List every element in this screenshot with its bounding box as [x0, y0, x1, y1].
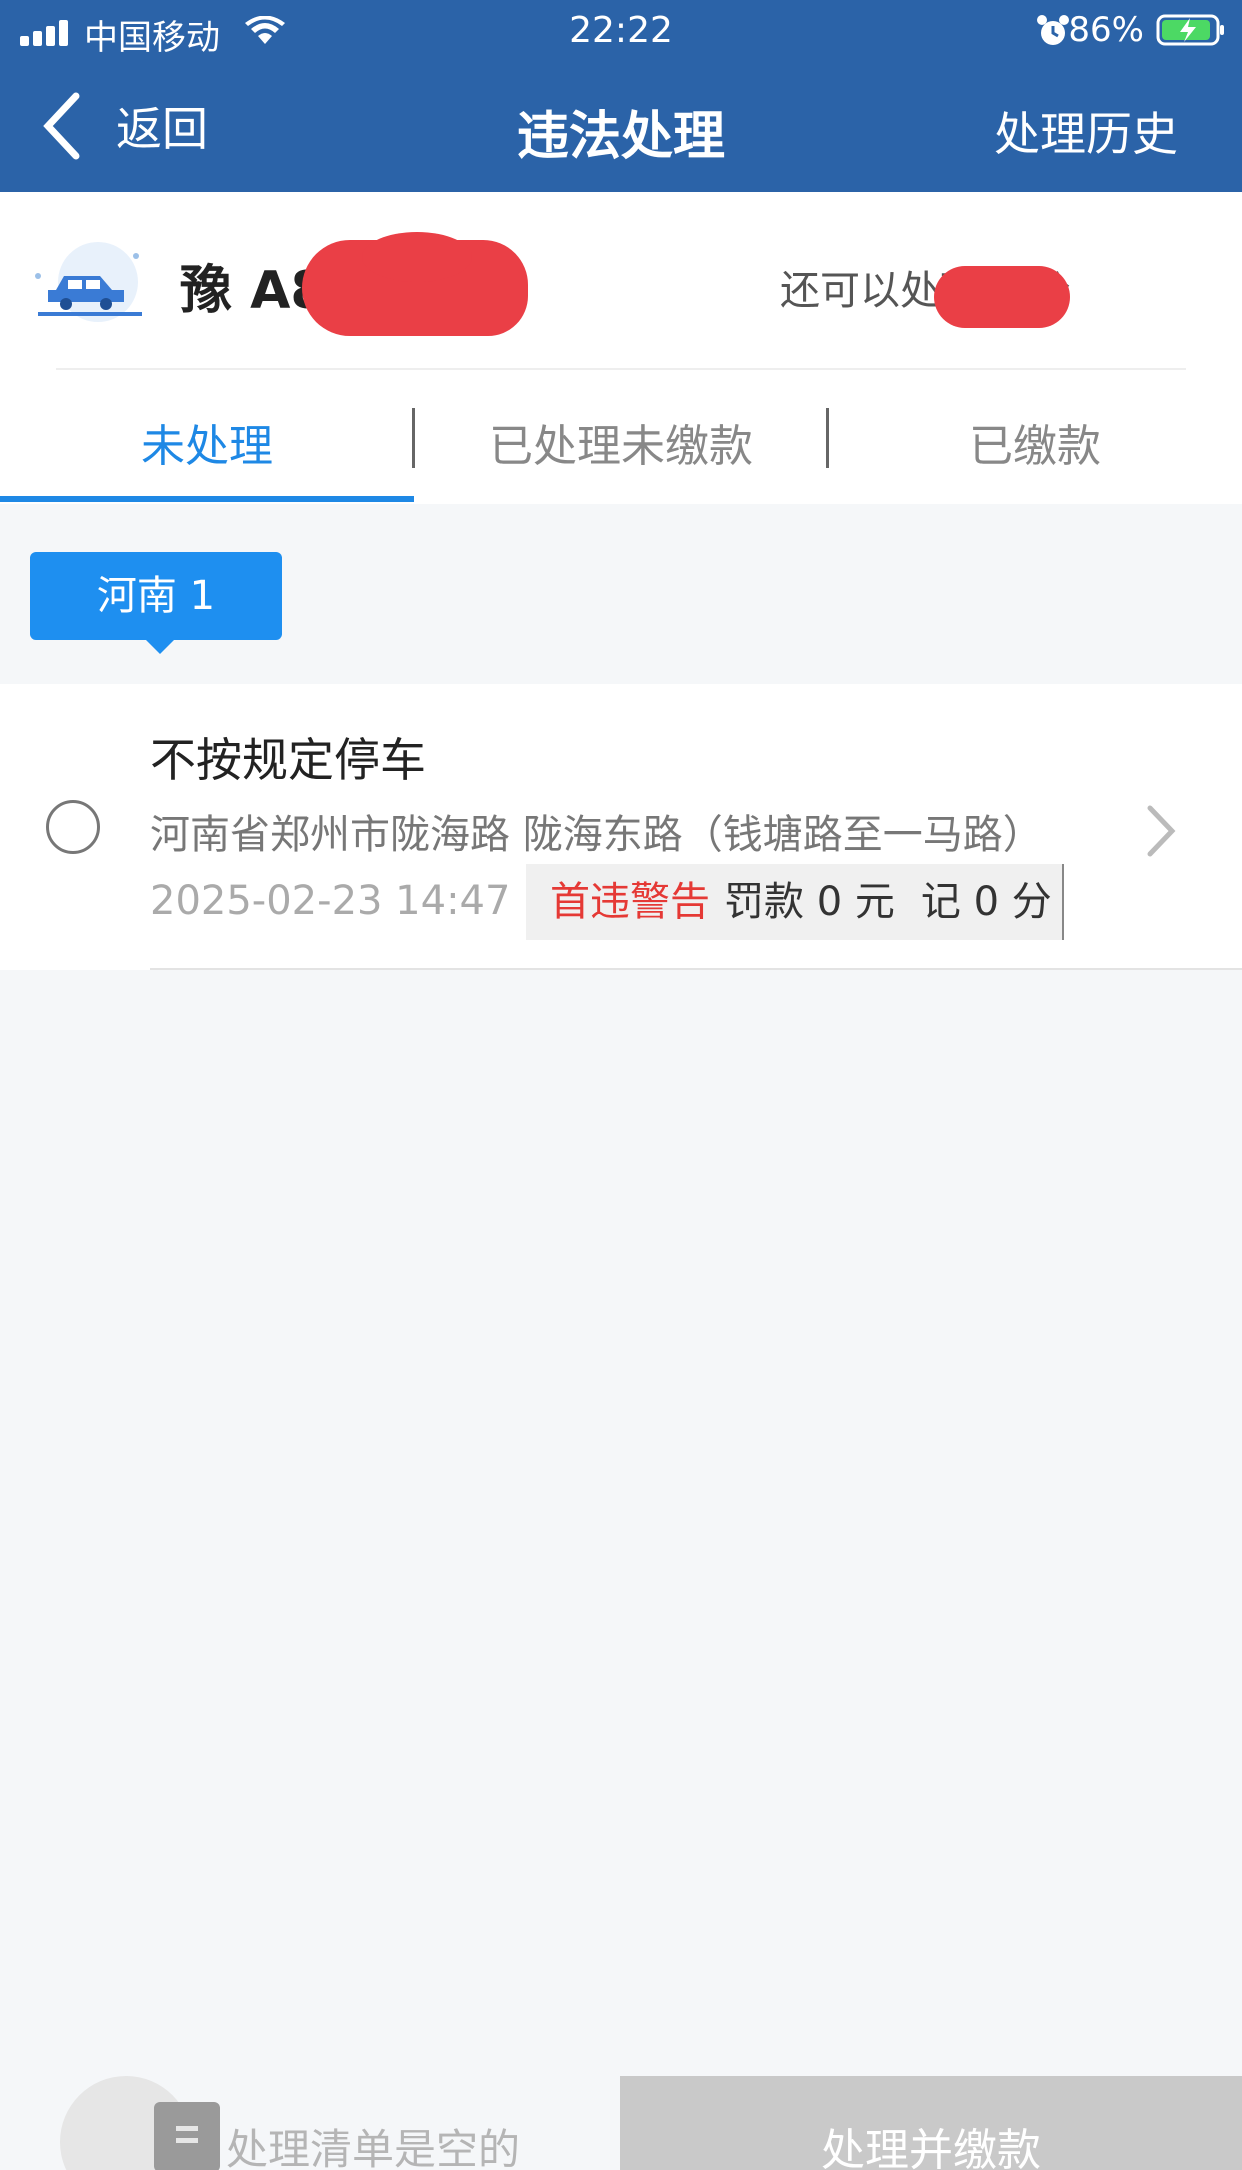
violation-time: 2025-02-23 14:47: [150, 878, 511, 924]
list-icon: [154, 2102, 220, 2170]
status-tabs: 未处理 已处理未缴款 已缴款: [0, 370, 1242, 504]
battery-percentage: 86%: [1068, 10, 1144, 50]
warning-label: 首违警告: [550, 879, 710, 925]
car-icon: [35, 242, 142, 322]
alarm-icon: [1037, 15, 1069, 45]
status-bar: 中国移动 22:22 86%: [0, 0, 1242, 62]
fine-amount: 罚款 0 元: [724, 879, 895, 925]
empty-list-text: 处理清单是空的: [226, 2125, 521, 2170]
battery-charging-icon: [1156, 14, 1224, 46]
cart-button[interactable]: [60, 2076, 220, 2170]
divider: [150, 968, 1242, 970]
violation-location: 河南省郑州市陇海路 陇海东路（钱塘路至一马路）: [150, 812, 1043, 858]
tab-paid[interactable]: 已缴款: [828, 370, 1242, 504]
active-tab-indicator: [0, 496, 414, 502]
redaction-mark: [302, 232, 528, 336]
region-filter: 河南 1: [0, 504, 1242, 684]
navigation-bar: 返回 违法处理 处理历史: [0, 62, 1242, 192]
select-radio[interactable]: [46, 800, 100, 854]
tab-processed-unpaid[interactable]: 已处理未缴款: [414, 370, 828, 504]
chevron-right-icon: [1147, 805, 1176, 857]
tab-unprocessed[interactable]: 未处理: [0, 370, 414, 504]
history-button[interactable]: 处理历史: [994, 98, 1178, 164]
violation-title: 不按规定停车: [150, 733, 426, 787]
bottom-bar: 处理清单是空的 处理并缴款: [0, 2076, 1242, 2170]
top-bar: 中国移动 22:22 86% 返回 违法处理 处理历史: [0, 0, 1242, 192]
redaction-mark: [934, 266, 1070, 328]
violation-item[interactable]: 不按规定停车 河南省郑州市陇海路 陇海东路（钱塘路至一马路） 2025-02-2…: [0, 684, 1242, 970]
penalty-points: 记 0 分: [920, 879, 1052, 925]
process-and-pay-button[interactable]: 处理并缴款: [620, 2076, 1242, 2170]
region-badge[interactable]: 河南 1: [30, 552, 282, 654]
vehicle-info: 豫 A8V 还可以处理 分: [0, 192, 1242, 370]
penalty-info: 首违警告 罚款 0 元记 0 分: [526, 864, 1064, 940]
